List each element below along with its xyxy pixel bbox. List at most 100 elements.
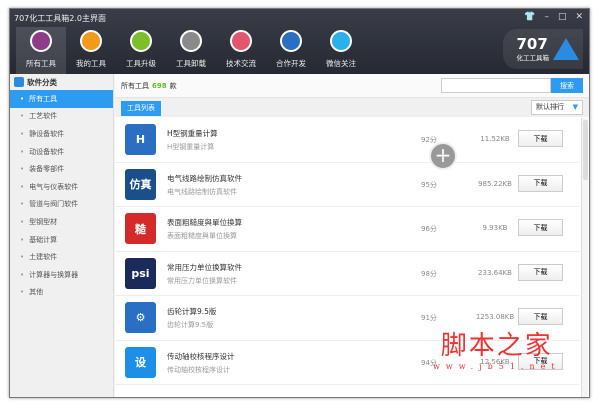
trash-icon [180,30,202,52]
window-title: 707化工工具箱2.0主界面 [14,14,106,23]
tool-size: 1253.08KB [475,313,515,321]
download-button[interactable]: 下载 [518,352,563,370]
sort-value: 默认排行 [536,103,564,111]
toolbar-item[interactable]: 工具卸载 [166,27,216,74]
toolbar-item[interactable]: 微信关注 [316,27,366,74]
sidebar-item[interactable]: 土建软件 [10,248,113,266]
toolbar-label: 工具升级 [126,59,156,68]
toolbar-label: 合作开发 [276,59,306,68]
handshake-icon [280,30,302,52]
upgrade-icon [130,30,152,52]
count-label: 所有工具 [121,81,149,90]
tool-score: 96分 [421,225,437,233]
tool-size: 11.52KB [480,135,510,143]
sidebar-item[interactable]: 计算器与换算器 [10,266,113,284]
sidebar-item[interactable]: 动设备软件 [10,143,113,161]
plus-icon[interactable]: + [429,142,457,170]
download-button[interactable]: 下载 [518,130,563,147]
sidebar: 软件分类 所有工具工艺软件静设备软件动设备软件装备零部件电气与仪表软件管道与阀门… [10,74,114,397]
tool-icon: psi [125,257,156,289]
tool-name[interactable]: H型钢重量计算 [167,128,218,139]
toolbar-label: 我的工具 [76,59,106,68]
tool-icon: 糙 [125,213,156,244]
tool-icon: 仿真 [125,168,156,200]
tool-name[interactable]: 齿轮计算9.5版 [167,306,216,317]
skin-icon[interactable]: 👕 [524,12,535,22]
sidebar-item[interactable]: 静设备软件 [10,125,113,143]
sidebar-item[interactable]: 基础计算 [10,231,113,249]
tool-desc: 传动轴校核程序设计 [167,365,230,374]
sidebar-item[interactable]: 管道与阀门软件 [10,196,113,214]
toolbar-item[interactable]: 合作开发 [266,27,316,74]
sidebar-item[interactable]: 电气与仪表软件 [10,178,113,196]
toolbar-item[interactable]: 工具升级 [116,27,166,74]
scrollbar[interactable] [581,118,588,397]
download-button[interactable]: 下载 [518,219,563,236]
tool-row: 仿真 电气线路绘制仿真软件 电气线路绘制仿真软件 95分 985.22KB 下载 [115,163,579,207]
tool-size: 9.93KB [482,224,508,232]
minimize-button[interactable]: – [544,12,549,22]
tool-desc: 常用压力单位换算软件 [167,276,237,285]
tools-icon [80,30,102,52]
tool-row: H H型钢重量计算 H型钢重量计算 92分 11.52KB 下载 [115,118,579,163]
tool-row: ⚙ 齿轮计算9.5版 齿轮计算9.5版 91分 1253.08KB 下载 [115,296,579,341]
tool-name[interactable]: 常用压力单位换算软件 [167,262,242,273]
tool-row: 设 传动轴校核程序设计 传动轴校核程序设计 94分 12.56KB 下载 [115,341,579,385]
tool-size: 12.56KB [480,357,510,366]
tool-score: 91分 [421,314,437,322]
scrollbar-thumb[interactable] [583,120,588,180]
sidebar-item[interactable]: 工艺软件 [10,108,113,126]
tool-size: 233.64KB [478,268,512,277]
logo-number: 707 [516,34,548,53]
main-panel: 所有工具 698 款 搜索 工具列表 默认排行 ▼ H H型钢重量计算 H型钢重量… [115,74,589,397]
logo-text: 化工工具箱 [516,53,550,62]
main-toolbar: 所有工具 我的工具 工具升级 工具卸载 技术交流 合作开发 微信关注 [16,27,366,74]
tool-list: H H型钢重量计算 H型钢重量计算 92分 11.52KB 下载 仿真 电气线路… [115,118,579,397]
category-icon [14,77,24,87]
tool-icon: ⚙ [125,302,156,333]
tool-name[interactable]: 传动轴校核程序设计 [167,351,235,362]
toolbar-label: 微信关注 [326,59,356,68]
tool-row: 糙 表面粗糙度與單位換算 表面粗糙度與單位換算 96分 9.93KB 下载 [115,207,579,252]
download-button[interactable]: 下载 [518,308,563,325]
logo: 707 化工工具箱 [503,29,583,69]
toolbar-item[interactable]: 技术交流 [216,27,266,74]
toolbar-label: 技术交流 [226,59,256,68]
search-input[interactable] [441,78,551,93]
sidebar-item[interactable]: 其他 [10,284,113,302]
tab-tool-list[interactable]: 工具列表 [121,101,161,116]
chevron-down-icon: ▼ [572,103,578,111]
tool-name[interactable]: 表面粗糙度與單位換算 [167,217,242,228]
tool-size: 985.22KB [478,179,512,188]
count-unit: 款 [169,81,177,90]
toolbar-label: 所有工具 [26,59,56,68]
toolbar-item[interactable]: 我的工具 [66,27,116,74]
tool-desc: 表面粗糙度與單位換算 [167,232,237,240]
tool-desc: H型钢重量计算 [167,143,215,151]
download-button[interactable]: 下载 [518,263,563,281]
close-button[interactable]: ✕ [575,12,583,22]
sidebar-title: 软件分类 [27,77,57,87]
wechat-icon [330,30,352,52]
toolbar-label: 工具卸载 [176,59,206,68]
toolbar-item[interactable]: 所有工具 [16,27,66,74]
tool-desc: 齿轮计算9.5版 [167,321,214,329]
tool-row: psi 常用压力单位换算软件 常用压力单位换算软件 98分 233.64KB 下… [115,252,579,296]
app-window: 707化工工具箱2.0主界面 👕 – □ ✕ 所有工具 我的工具 工具升级 工具卸载 技… [9,8,590,398]
sidebar-item[interactable]: 装备零部件 [10,160,113,178]
tool-name[interactable]: 电气线路绘制仿真软件 [167,173,242,184]
sidebar-item[interactable]: 所有工具 [10,90,113,108]
tool-desc: 电气线路绘制仿真软件 [167,187,237,196]
chat-icon [230,30,252,52]
header-area: 707化工工具箱2.0主界面 👕 – □ ✕ 所有工具 我的工具 工具升级 工具卸载 技… [10,9,589,74]
sidebar-item[interactable]: 型钢型材 [10,213,113,231]
search-button[interactable]: 搜索 [551,78,583,93]
sort-dropdown[interactable]: 默认排行 ▼ [531,100,583,115]
tool-score: 94分 [421,358,437,367]
logo-triangle-icon [553,38,579,60]
tool-icon: H [125,124,156,155]
maximize-button[interactable]: □ [558,12,567,22]
tool-score: 98分 [421,269,437,278]
tool-count: 698 [152,81,167,90]
download-button[interactable]: 下载 [518,174,563,192]
